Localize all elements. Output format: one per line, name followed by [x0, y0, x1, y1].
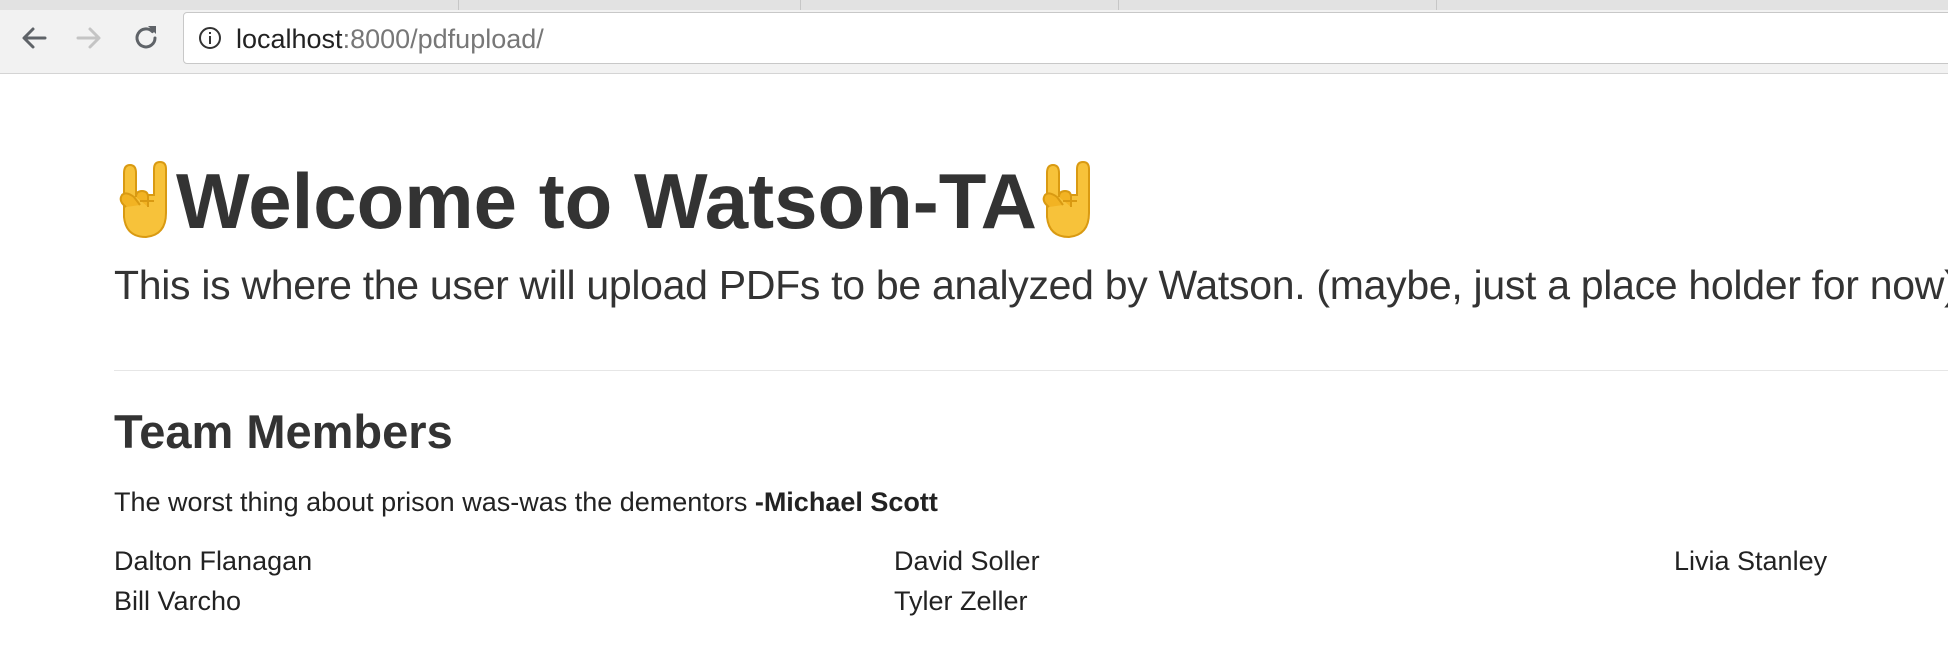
back-arrow-icon — [19, 23, 49, 53]
sign-of-the-horns-emoji — [114, 161, 176, 241]
tab-separator — [1436, 0, 1437, 10]
reload-button[interactable] — [126, 18, 166, 58]
reload-icon — [130, 22, 162, 54]
divider — [114, 370, 1948, 371]
tab-separator — [800, 0, 801, 10]
team-quote: The worst thing about prison was-was the… — [114, 485, 938, 519]
team-member: Livia Stanley — [1674, 546, 1828, 576]
page-title: Welcome to Watson-TA — [114, 156, 1099, 246]
tab-strip — [0, 0, 1948, 10]
browser-toolbar: localhost:8000/pdfupload/ — [0, 0, 1948, 74]
url-path: :8000/pdfupload/ — [342, 24, 544, 54]
team-member: Bill Varcho — [114, 586, 242, 616]
team-member: Dalton Flanagan — [114, 546, 313, 576]
quote-author: -Michael Scott — [754, 487, 938, 517]
forward-button[interactable] — [69, 18, 109, 58]
team-heading: Team Members — [114, 405, 453, 458]
tab-separator — [458, 0, 459, 10]
forward-arrow-icon — [74, 23, 104, 53]
url-host: localhost — [236, 24, 343, 54]
tab-separator — [1118, 0, 1119, 10]
back-button[interactable] — [14, 18, 54, 58]
quote-text: The worst thing about prison was-was the… — [114, 487, 755, 517]
lead-text: This is where the user will upload PDFs … — [114, 262, 1948, 308]
team-member: Tyler Zeller — [894, 586, 1028, 616]
url-text[interactable]: localhost:8000/pdfupload/ — [236, 24, 544, 54]
info-icon[interactable] — [198, 26, 222, 50]
address-bar[interactable]: localhost:8000/pdfupload/ — [183, 12, 1948, 64]
page-title-text: Welcome to Watson-TA — [176, 157, 1037, 245]
sign-of-the-horns-emoji — [1037, 161, 1099, 241]
team-member: David Soller — [894, 546, 1040, 576]
